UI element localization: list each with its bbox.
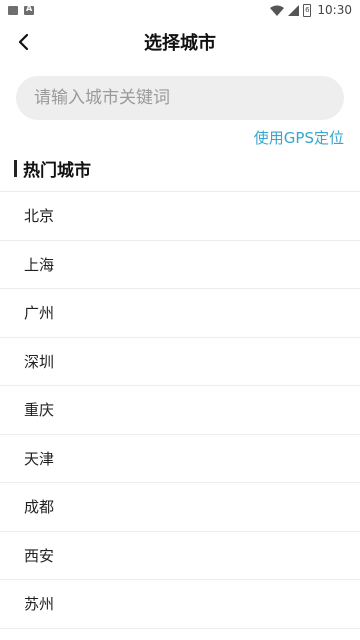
signal-icon (288, 4, 300, 16)
status-time: 10:30 (317, 3, 352, 17)
battery-level: 6 (305, 6, 310, 14)
battery-icon: 6 (303, 3, 312, 17)
app-notification-icon (24, 4, 34, 15)
list-item[interactable]: 天津 (0, 435, 360, 483)
list-item[interactable]: 苏州 (0, 580, 360, 629)
city-list: 北京 上海 广州 深圳 重庆 天津 成都 西安 苏州 (0, 191, 360, 629)
section-marker (14, 159, 17, 177)
status-bar: 6 10:30 (0, 0, 360, 20)
list-item[interactable]: 西安 (0, 532, 360, 580)
back-button[interactable] (10, 28, 38, 56)
title-bar: 选择城市 (0, 20, 360, 64)
chevron-left-icon (18, 33, 29, 51)
image-notification-icon (8, 5, 18, 15)
search-input[interactable] (34, 88, 326, 108)
section-title: 热门城市 (23, 160, 91, 181)
gps-locate-link[interactable]: 使用GPS定位 (254, 127, 344, 148)
list-item[interactable]: 上海 (0, 241, 360, 289)
page-title: 选择城市 (144, 33, 216, 54)
list-item[interactable]: 北京 (0, 192, 360, 241)
status-left (8, 4, 34, 15)
list-item[interactable]: 成都 (0, 483, 360, 532)
section-header-hot-cities: 热门城市 (14, 155, 91, 181)
status-right: 6 10:30 (270, 3, 352, 17)
list-item[interactable]: 重庆 (0, 386, 360, 435)
search-box[interactable] (16, 76, 344, 120)
list-item[interactable]: 广州 (0, 289, 360, 338)
wifi-icon (270, 5, 285, 16)
list-item[interactable]: 深圳 (0, 338, 360, 386)
